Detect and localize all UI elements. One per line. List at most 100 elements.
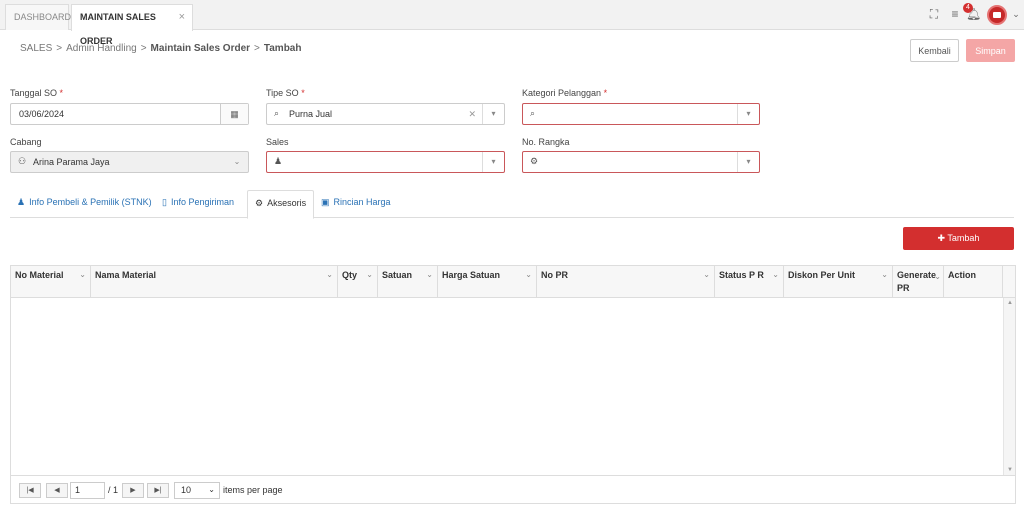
column-diskon-per-unit-label: Diskon Per Unit: [788, 270, 856, 280]
column-action-label: Action: [948, 270, 976, 280]
no-rangka-select[interactable]: ⚙ ▾: [522, 151, 760, 173]
chevron-down-icon: ⌄: [208, 485, 215, 494]
tanggal-so-value: 03/06/2024: [19, 109, 65, 119]
column-qty[interactable]: Qty ⌄: [338, 266, 378, 298]
tanggal-so-label: Tanggal SO *: [10, 88, 63, 98]
chevron-down-icon[interactable]: ⌄: [226, 152, 248, 172]
chevron-down-icon[interactable]: ⌄: [1010, 8, 1022, 20]
grid-header: No Material ⌄ Nama Material ⌄ Qty ⌄ Satuan ⌄…: [11, 266, 1015, 298]
last-page-icon[interactable]: ▶|: [147, 483, 169, 498]
prev-page-icon[interactable]: ◀: [46, 483, 68, 498]
breadcrumb-admin-handling[interactable]: Admin Handling: [66, 43, 137, 54]
breadcrumb-separator: >: [254, 43, 260, 54]
chevron-down-icon[interactable]: ⌄: [525, 270, 532, 279]
kategori-pelanggan-select[interactable]: ⌕ ▾: [522, 103, 760, 125]
breadcrumb-sales[interactable]: SALES: [20, 43, 52, 54]
search-icon: ⌕: [530, 108, 536, 118]
tab-info-pembeli-label: Info Pembeli & Pemilik (STNK): [29, 197, 152, 207]
column-generate-pr[interactable]: Generate PR ⌄: [893, 266, 944, 298]
column-no-pr[interactable]: No PR ⌄: [537, 266, 715, 298]
breadcrumb-maintain-sales-order[interactable]: Maintain Sales Order: [151, 43, 250, 54]
chevron-down-icon[interactable]: ⌄: [703, 270, 710, 279]
tanggal-so-input[interactable]: 03/06/2024 ▦: [10, 103, 249, 125]
tambah-button[interactable]: ✚ Tambah: [903, 227, 1014, 250]
tab-info-pengiriman[interactable]: ▯ Info Pengiriman: [162, 195, 234, 218]
page-count: / 1: [108, 485, 119, 495]
chevron-down-icon[interactable]: ⌄: [772, 270, 779, 279]
tab-aksesoris[interactable]: ⚙ Aksesoris: [247, 190, 315, 219]
tab-info-pembeli[interactable]: ♟ Info Pembeli & Pemilik (STNK): [17, 195, 152, 218]
close-tab-icon[interactable]: ×: [179, 5, 185, 29]
chevron-down-icon[interactable]: ⌄: [426, 270, 433, 279]
aksesoris-grid: No Material ⌄ Nama Material ⌄ Qty ⌄ Satuan ⌄…: [10, 265, 1016, 504]
required-mark: *: [301, 88, 305, 98]
next-page-icon[interactable]: ▶: [122, 483, 144, 498]
page-size-value: 10: [181, 485, 192, 495]
column-status-pr-label: Status P R: [719, 270, 764, 280]
scroll-down-icon[interactable]: ▼: [1007, 467, 1013, 473]
tambah-button-label: Tambah: [947, 233, 980, 243]
chevron-down-icon[interactable]: ▾: [482, 152, 504, 172]
chevron-down-icon[interactable]: ▾: [482, 104, 504, 124]
calendar-icon[interactable]: ▦: [220, 104, 248, 124]
no-rangka-label: No. Rangka: [522, 137, 570, 147]
tab-dashboard[interactable]: DASHBOARD: [5, 4, 71, 30]
column-qty-label: Qty: [342, 270, 358, 280]
scroll-up-icon[interactable]: ▲: [1007, 300, 1013, 306]
grid-scrollbar[interactable]: ▲ ▼: [1003, 298, 1015, 475]
first-page-icon[interactable]: |◀: [19, 483, 41, 498]
breadcrumb-separator: >: [56, 43, 63, 54]
plus-icon: ✚: [937, 233, 946, 243]
column-satuan-label: Satuan: [382, 270, 413, 280]
simpan-button[interactable]: Simpan: [966, 39, 1015, 62]
column-harga-satuan-label: Harga Satuan: [442, 270, 501, 280]
page-number-input[interactable]: 1: [70, 482, 105, 499]
required-mark: *: [59, 88, 64, 98]
breadcrumb-tambah: Tambah: [263, 43, 302, 54]
money-icon: ▣: [321, 197, 330, 207]
map-icon: ▯: [162, 197, 167, 207]
kembali-button[interactable]: Kembali: [910, 39, 959, 62]
tab-aksesoris-label: Aksesoris: [267, 198, 307, 208]
column-harga-satuan[interactable]: Harga Satuan ⌄: [438, 266, 537, 298]
menu-icon[interactable]: ≡: [949, 8, 961, 20]
column-satuan[interactable]: Satuan ⌄: [378, 266, 438, 298]
chevron-down-icon[interactable]: ⌄: [934, 270, 941, 283]
column-generate-pr-label: Generate PR: [897, 270, 937, 293]
fullscreen-icon[interactable]: ⛶: [928, 8, 940, 20]
chevron-down-icon[interactable]: ⌄: [326, 270, 333, 279]
cogs-icon: ⚙: [530, 156, 539, 166]
tab-rincian-harga[interactable]: ▣ Rincian Harga: [321, 195, 391, 218]
column-no-material-label: No Material: [15, 270, 64, 280]
avatar[interactable]: [987, 5, 1007, 25]
chevron-down-icon[interactable]: ⌄: [79, 270, 86, 279]
tipe-so-label: Tipe SO *: [266, 88, 305, 98]
column-no-material[interactable]: No Material ⌄: [11, 266, 91, 298]
tipe-so-label-text: Tipe SO: [266, 88, 299, 98]
chevron-down-icon[interactable]: ⌄: [366, 270, 373, 279]
user-icon: ♟: [274, 156, 283, 166]
page-size-select[interactable]: 10 ⌄: [174, 482, 220, 499]
column-nama-material[interactable]: Nama Material ⌄: [91, 266, 338, 298]
search-icon: ⌕: [274, 108, 280, 118]
sales-select[interactable]: ♟ ▾: [266, 151, 505, 173]
cabang-select[interactable]: ⚇ Arina Parama Jaya ⌄: [10, 151, 249, 173]
column-status-pr[interactable]: Status P R ⌄: [715, 266, 784, 298]
cabang-label: Cabang: [10, 137, 42, 147]
tab-maintain-sales-order-label: MAINTAIN SALES ORDER: [80, 12, 156, 46]
tab-maintain-sales-order[interactable]: MAINTAIN SALES ORDER ×: [71, 4, 193, 46]
cabang-value: Arina Parama Jaya: [33, 157, 110, 167]
clear-icon[interactable]: ✕: [468, 109, 476, 120]
chevron-down-icon[interactable]: ▾: [737, 104, 759, 124]
tanggal-so-label-text: Tanggal SO: [10, 88, 58, 98]
chevron-down-icon[interactable]: ▾: [737, 152, 759, 172]
chevron-down-icon[interactable]: ⌄: [881, 270, 888, 279]
breadcrumb: SALES > Admin Handling > Maintain Sales Orde…: [20, 43, 301, 54]
detail-tabs: ♟ Info Pembeli & Pemilik (STNK) ▯ Info Pen…: [10, 190, 1014, 219]
user-icon: ♟: [17, 197, 26, 207]
tab-info-pengiriman-label: Info Pengiriman: [170, 197, 234, 207]
column-diskon-per-unit[interactable]: Diskon Per Unit ⌄: [784, 266, 893, 298]
tipe-so-select[interactable]: ⌕ Purna Jual ✕ ▾: [266, 103, 505, 125]
cogs-icon: ⚙: [255, 198, 264, 208]
breadcrumb-separator: >: [140, 43, 147, 54]
